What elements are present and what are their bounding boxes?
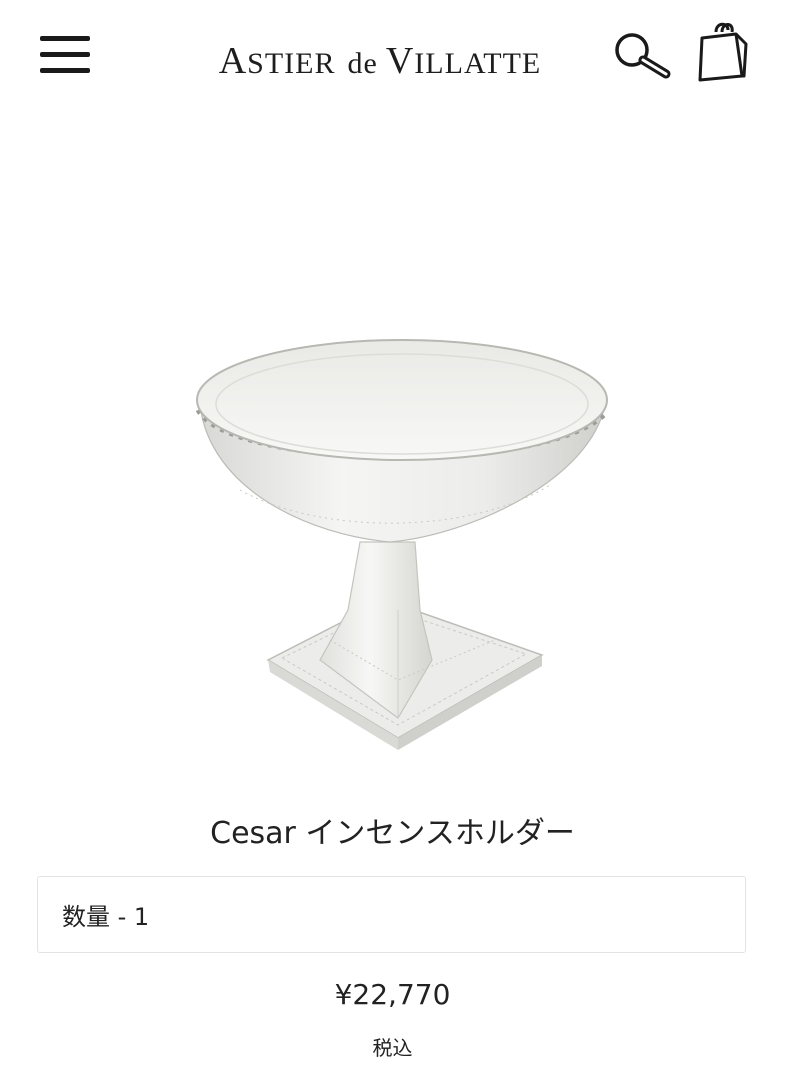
logo-text: STIER	[247, 47, 336, 80]
quantity-label: 数量 - 1	[62, 903, 150, 931]
quantity-selector[interactable]: 数量 - 1	[37, 876, 746, 953]
product-title: Cesar インセンスホルダー	[210, 816, 575, 851]
shopping-bag-icon	[698, 22, 748, 82]
hamburger-menu-icon	[40, 52, 90, 57]
logo-letter: V	[385, 40, 415, 82]
logo-text: ILLATTE	[414, 47, 542, 80]
incense-holder-photo	[195, 339, 609, 750]
shopping-bag-button[interactable]	[694, 18, 750, 84]
search-button[interactable]	[612, 30, 676, 82]
search-icon	[615, 33, 671, 79]
logo-letter: A	[218, 40, 248, 82]
hamburger-menu-icon	[40, 36, 90, 41]
tax-included-note: 税込	[372, 1036, 413, 1060]
logo-text: de	[347, 47, 378, 80]
hamburger-menu-button[interactable]	[36, 30, 94, 80]
hamburger-menu-icon	[40, 68, 90, 73]
site-header: ASTIER de VILLATTE	[0, 0, 785, 110]
brand-logo[interactable]: ASTIER de VILLATTE	[150, 36, 610, 86]
product-price: ¥22,770	[334, 978, 451, 1011]
product-image	[170, 320, 620, 750]
